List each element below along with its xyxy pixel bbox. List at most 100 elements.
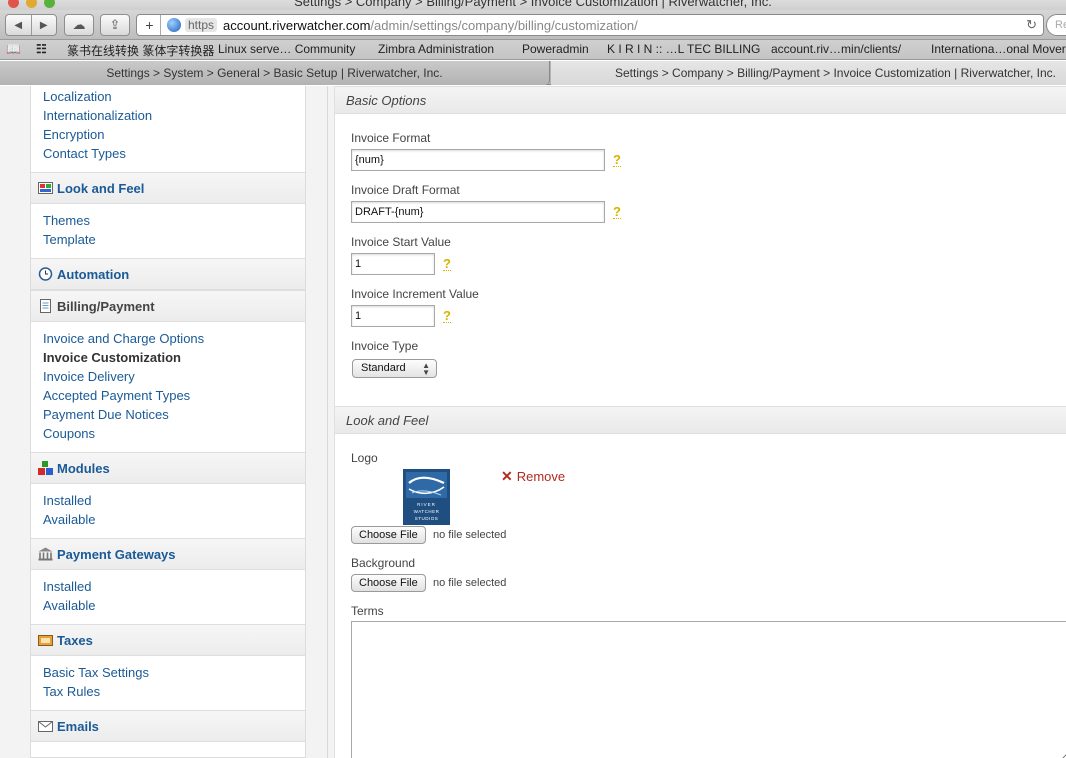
sidebar-link-internationalization[interactable]: Internationalization <box>43 108 152 123</box>
invoice-increment-value-label: Invoice Increment Value <box>351 287 479 301</box>
sidebar-section-look-and-feel[interactable]: Look and Feel <box>31 172 305 204</box>
email-icon <box>38 721 53 732</box>
sidebar-section-modules[interactable]: Modules <box>31 452 305 484</box>
section-header-look-and-feel: Look and Feel <box>335 406 1066 434</box>
section-title: Basic Options <box>346 93 427 108</box>
remove-logo-link[interactable]: ✕ Remove <box>501 468 565 485</box>
background-choose-file-button[interactable]: Choose File <box>351 574 426 592</box>
logo-file-status: no file selected <box>433 529 507 541</box>
sidebar-link-payment-due-notices[interactable]: Payment Due Notices <box>43 407 169 422</box>
invoice-draft-format-help-icon[interactable]: ? <box>613 205 621 219</box>
bookmark-item[interactable]: Poweradmin <box>522 42 589 56</box>
tab-bar: Settings > System > General > Basic Setu… <box>0 61 1066 85</box>
invoice-draft-format-input[interactable] <box>351 201 605 223</box>
bookmark-item[interactable]: 篆书在线转换 篆体字转换器 <box>67 42 214 59</box>
invoice-format-input[interactable] <box>351 149 605 171</box>
page-content: Localization Internationalization Encryp… <box>0 86 1066 758</box>
sidebar-link-invoice-delivery[interactable]: Invoice Delivery <box>43 369 135 384</box>
tab-invoice-customization[interactable]: Settings > Company > Billing/Payment > I… <box>551 61 1066 85</box>
invoice-icon <box>40 299 51 313</box>
tab-basic-setup[interactable]: Settings > System > General > Basic Setu… <box>0 61 550 85</box>
forward-arrow-icon[interactable]: ▶ <box>30 15 57 35</box>
reading-list-icon[interactable]: 📖 <box>6 42 21 56</box>
sidebar-link-invoice-charge-options[interactable]: Invoice and Charge Options <box>43 331 204 346</box>
globe-icon <box>167 18 181 32</box>
terms-textarea[interactable] <box>351 621 1066 758</box>
bookmark-item[interactable]: Linux serve… Community <box>218 42 355 56</box>
window-titlebar: Settings > Company > Billing/Payment > I… <box>0 0 1066 10</box>
window-title: Settings > Company > Billing/Payment > I… <box>294 0 772 9</box>
sidebar-link-modules-available[interactable]: Available <box>43 512 96 527</box>
sidebar-section-label: Automation <box>57 267 130 282</box>
invoice-draft-format-label: Invoice Draft Format <box>351 183 460 197</box>
sidebar-link-gateways-installed[interactable]: Installed <box>43 579 91 594</box>
sidebar-link-gateways-available[interactable]: Available <box>43 598 96 613</box>
background-file-status: no file selected <box>433 577 507 589</box>
share-icon[interactable]: ⇪ <box>100 14 130 36</box>
logo-label: Logo <box>351 451 378 465</box>
svg-text:STUDIOS: STUDIOS <box>415 516 439 521</box>
sidebar-link-invoice-customization[interactable]: Invoice Customization <box>43 350 181 365</box>
bookmark-item[interactable]: Internationa…onal Movers <box>931 42 1066 56</box>
search-input[interactable]: Re <box>1046 14 1066 36</box>
bookmark-item[interactable]: account.riv…min/clients/ <box>771 42 901 56</box>
clock-icon <box>38 267 53 281</box>
sidebar-link-encryption[interactable]: Encryption <box>43 127 104 142</box>
section-title: Look and Feel <box>346 413 429 428</box>
background-label: Background <box>351 556 416 570</box>
reload-icon[interactable]: ↻ <box>1026 17 1037 33</box>
bookmark-item[interactable]: Zimbra Administration <box>378 42 494 56</box>
sidebar-section-label: Modules <box>57 461 110 476</box>
select-arrows-icon: ▲ ▼ <box>422 361 430 377</box>
https-badge: https <box>185 18 218 32</box>
sidebar-section-payment-gateways[interactable]: Payment Gateways <box>31 538 305 570</box>
invoice-type-selected: Standard <box>361 362 406 374</box>
river-logo-icon: RIVER WATCHER STUDIOS <box>406 472 447 521</box>
sidebar-section-label: Payment Gateways <box>57 547 176 562</box>
sidebar-section-emails[interactable]: Emails <box>31 710 305 742</box>
logo-choose-file-button[interactable]: Choose File <box>351 526 426 544</box>
column-divider <box>327 86 328 758</box>
svg-text:RIVER: RIVER <box>417 502 436 507</box>
invoice-start-value-input[interactable] <box>351 253 435 275</box>
invoice-start-value-help-icon[interactable]: ? <box>443 257 451 271</box>
browser-toolbar: ◀ ▶ ☁ ⇪ + https account.riverwatcher.com… <box>0 10 1066 40</box>
sidebar-link-themes[interactable]: Themes <box>43 213 90 228</box>
top-sites-icon[interactable]: ☷ <box>36 42 47 56</box>
sidebar-section-automation[interactable]: Automation <box>31 258 305 290</box>
sidebar-link-accepted-payment-types[interactable]: Accepted Payment Types <box>43 388 190 403</box>
sidebar-link-modules-installed[interactable]: Installed <box>43 493 91 508</box>
add-bookmark-icon[interactable]: + <box>139 15 161 35</box>
modules-icon <box>38 461 53 475</box>
invoice-customization-form: Basic Options Invoice Format ? Invoice D… <box>334 86 1066 758</box>
bookmarks-bar: 📖 ☷ 篆书在线转换 篆体字转换器 Linux serve… Community… <box>0 40 1066 60</box>
remove-label: Remove <box>516 469 566 484</box>
sidebar-section-billing[interactable]: Billing/Payment <box>31 290 305 322</box>
invoice-type-label: Invoice Type <box>351 339 419 353</box>
icloud-icon[interactable]: ☁ <box>64 14 94 36</box>
settings-sidebar: Localization Internationalization Encryp… <box>30 86 306 758</box>
tax-icon <box>38 635 53 646</box>
address-bar[interactable]: + https account.riverwatcher.com /admin/… <box>136 14 1044 36</box>
back-arrow-icon[interactable]: ◀ <box>6 15 31 35</box>
sidebar-link-tax-rules[interactable]: Tax Rules <box>43 684 100 699</box>
sidebar-link-template[interactable]: Template <box>43 232 96 247</box>
url-path: /admin/settings/company/billing/customiz… <box>370 17 638 33</box>
company-logo: RIVER WATCHER STUDIOS <box>403 469 450 525</box>
bank-icon <box>38 547 53 561</box>
bookmark-item[interactable]: K I R I N :: …L TEC BILLING <box>607 42 760 56</box>
sidebar-link-coupons[interactable]: Coupons <box>43 426 95 441</box>
sidebar-section-label: Billing/Payment <box>57 299 155 314</box>
terms-label: Terms <box>351 604 384 618</box>
palette-icon <box>38 182 53 194</box>
invoice-increment-value-help-icon[interactable]: ? <box>443 309 451 323</box>
invoice-type-select[interactable]: Standard ▲ ▼ <box>352 359 437 378</box>
invoice-increment-value-input[interactable] <box>351 305 435 327</box>
sidebar-link-contact-types[interactable]: Contact Types <box>43 146 126 161</box>
history-buttons: ◀ ▶ <box>5 14 57 36</box>
sidebar-section-taxes[interactable]: Taxes <box>31 624 305 656</box>
sidebar-link-localization[interactable]: Localization <box>43 89 112 104</box>
invoice-format-help-icon[interactable]: ? <box>613 153 621 167</box>
sidebar-link-basic-tax-settings[interactable]: Basic Tax Settings <box>43 665 149 680</box>
invoice-format-label: Invoice Format <box>351 131 431 145</box>
